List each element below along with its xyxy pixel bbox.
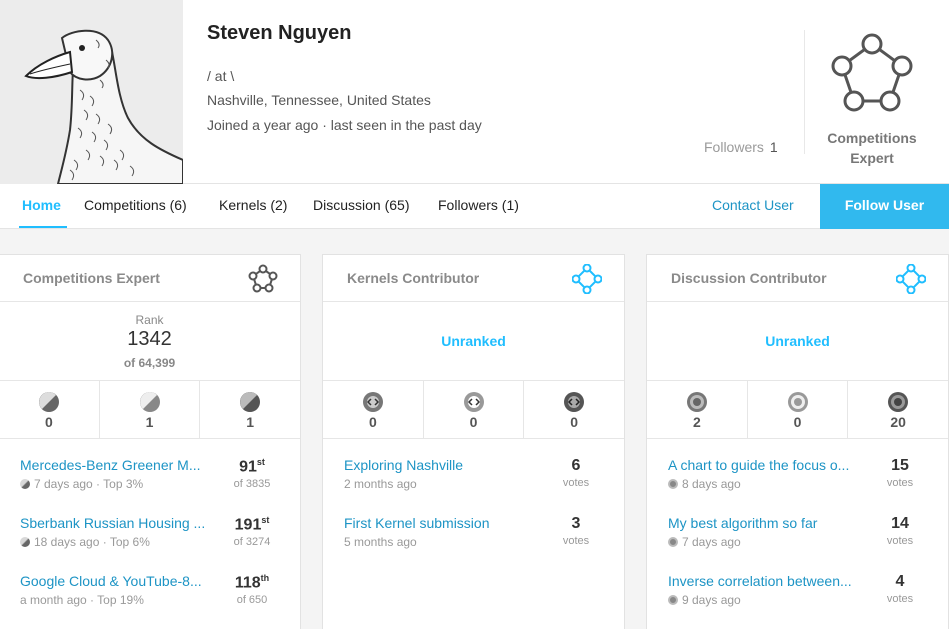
divider [804,30,805,154]
kernels-card: Kernels Contributor Unranked 0 0 0 Explo… [322,254,625,629]
unranked-label: Unranked [441,333,506,349]
kernels-tier-icon [571,263,603,299]
item-meta: 5 months ago [344,535,417,549]
medal-row: 0 0 0 [323,381,624,439]
active-tab-indicator [19,226,67,228]
competitions-tier-icon [248,264,278,299]
bronze-medal: 20 [848,381,948,438]
silver-medal: 1 [100,381,201,438]
bronze-medal: 1 [200,381,300,438]
kernel-bronze-icon [564,392,585,412]
medal-row: 0 1 1 [0,381,300,439]
tab-kernels[interactable]: Kernels (2) [219,197,287,213]
discussion-bronze-icon [888,392,909,412]
item-votes: 15 votes [886,457,914,489]
item-title[interactable]: My best algorithm so far [668,515,863,531]
kernel-silver-icon [463,392,484,412]
item-meta: 2 months ago [344,477,417,491]
user-occupation: / at \ [207,68,235,84]
tab-home[interactable]: Home [22,197,61,213]
kernel-gold-icon [362,392,383,412]
competition-icon [20,537,30,547]
item-title[interactable]: Sberbank Russian Housing ... [20,515,215,531]
card-header: Discussion Contributor [647,255,948,302]
item-meta: 7 days ago · Top 3% [20,477,143,491]
item-votes: 6 votes [562,457,590,489]
discussion-card: Discussion Contributor Unranked 2 0 20 A… [646,254,949,629]
list-item[interactable]: Google Cloud & YouTube-8... a month ago … [0,555,300,613]
gold-medal: 2 [647,381,748,438]
rank-value: 1342 [127,328,172,350]
item-meta: 7 days ago [668,535,741,549]
list-item[interactable]: First Kernel submission 5 months ago 3 v… [323,497,624,555]
list-item[interactable]: A chart to guide the focus o... 8 days a… [647,439,948,497]
item-meta: a month ago · Top 19% [20,593,144,607]
discussion-icon [668,479,678,489]
unranked-label: Unranked [765,333,830,349]
tab-discussion[interactable]: Discussion (65) [313,197,409,213]
avatar [0,0,183,184]
gold-medal-icon [38,392,59,412]
competitions-card: Competitions Expert Rank 1342 of 64,399 … [0,254,301,629]
contact-user-link[interactable]: Contact User [712,197,794,213]
gold-medal: 0 [323,381,424,438]
discussion-tier-icon [895,263,927,299]
card-title: Discussion Contributor [671,270,827,286]
list-item[interactable]: Exploring Nashville 2 months ago 6 votes [323,439,624,497]
user-name: Steven Nguyen [207,22,352,44]
item-meta: 18 days ago · Top 6% [20,535,150,549]
user-location: Nashville, Tennessee, United States [207,92,431,108]
follow-user-button[interactable]: Follow User [820,184,949,229]
card-title: Kernels Contributor [347,270,480,286]
item-rank: 191st of 3274 [233,515,271,549]
item-rank: 118th of 650 [234,573,270,607]
item-title[interactable]: Exploring Nashville [344,457,539,473]
profile-nav: Home Competitions (6) Kernels (2) Discus… [0,184,949,229]
item-title[interactable]: Google Cloud & YouTube-8... [20,573,215,589]
rank-area: Rank 1342 of 64,399 [0,303,300,381]
discussion-icon [668,537,678,547]
item-votes: 4 votes [886,573,914,605]
list-item[interactable]: Mercedes-Benz Greener M... 7 days ago · … [0,439,300,497]
item-title[interactable]: Mercedes-Benz Greener M... [20,457,215,473]
followers-summary[interactable]: Followers 1 [704,139,778,155]
rank-label: Rank [135,313,164,327]
followers-count: 1 [769,139,778,155]
item-title[interactable]: First Kernel submission [344,515,539,531]
item-votes: 14 votes [886,515,914,547]
tab-competitions[interactable]: Competitions (6) [84,197,187,213]
silver-medal: 0 [424,381,525,438]
list-item[interactable]: My best algorithm so far 7 days ago 14 v… [647,497,948,555]
profile-header: Steven Nguyen / at \ Nashville, Tennesse… [0,0,949,184]
tab-followers[interactable]: Followers (1) [438,197,519,213]
silver-medal: 0 [748,381,849,438]
bronze-medal-icon [240,392,261,412]
followers-label: Followers [704,139,764,155]
item-title[interactable]: A chart to guide the focus o... [668,457,863,473]
item-title[interactable]: Inverse correlation between... [668,573,863,589]
item-rank: 91st of 3835 [233,457,271,491]
discussion-icon [668,595,678,605]
rank-area: Unranked [323,303,624,381]
gold-medal: 0 [0,381,100,438]
rank-total: of 64,399 [123,356,176,370]
item-meta: 9 days ago [668,593,741,607]
user-joined: Joined a year ago · last seen in the pas… [207,117,482,133]
rank-area: Unranked [647,303,948,381]
card-header: Kernels Contributor [323,255,624,302]
discussion-silver-icon [787,392,808,412]
card-header: Competitions Expert [0,255,300,302]
discussion-gold-icon [686,392,707,412]
medal-row: 2 0 20 [647,381,948,439]
competition-icon [20,479,30,489]
item-votes: 3 votes [562,515,590,547]
list-item[interactable]: Inverse correlation between... 9 days ag… [647,555,948,613]
list-item[interactable]: Sberbank Russian Housing ... 18 days ago… [0,497,300,555]
silver-medal-icon [139,392,160,412]
tier-label: Competitions Expert [827,130,917,166]
card-title: Competitions Expert [23,270,160,286]
item-meta: 8 days ago [668,477,741,491]
bronze-medal: 0 [524,381,624,438]
competitions-expert-tier-icon [827,31,917,126]
